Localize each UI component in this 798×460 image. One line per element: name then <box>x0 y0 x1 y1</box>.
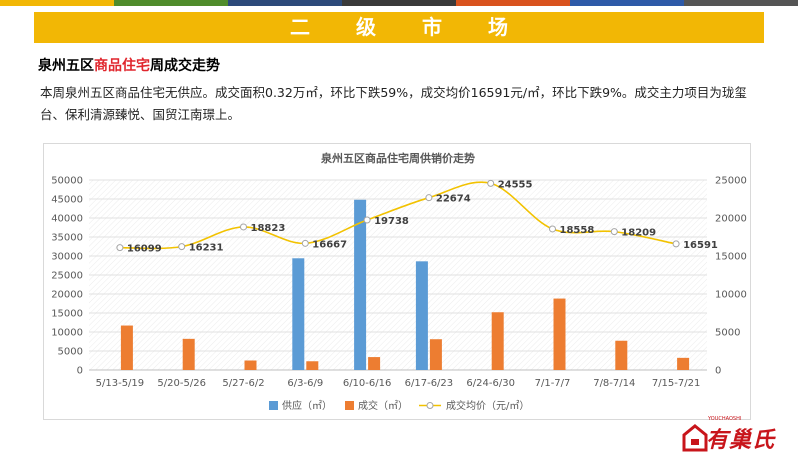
chart-svg: 泉州五区商品住宅周供销价走势 0 5000 10000 15000 20000 25000 3… <box>51 151 747 412</box>
top-color-stripes <box>0 0 798 6</box>
price-data-label: 18209 <box>621 228 656 239</box>
bar-deal <box>244 360 257 370</box>
bar-deal <box>553 298 566 370</box>
y-right-tick-label: 5000 <box>715 328 740 339</box>
bar-deal <box>182 338 195 370</box>
price-data-label: 22674 <box>436 194 471 205</box>
price-point <box>240 223 247 231</box>
y-left-tick-label: 15000 <box>51 309 83 320</box>
bar-deal <box>368 357 381 370</box>
legend-label-price: 成交均价（元/㎡） <box>446 399 529 412</box>
y-left-tick-label: 5000 <box>58 347 83 358</box>
price-data-label: 24555 <box>498 179 533 190</box>
section-title: 泉州五区商品住宅周成交走势 <box>38 55 220 75</box>
price-data-label: 16231 <box>189 243 224 254</box>
stripe-6 <box>570 0 684 6</box>
x-tick-label: 5/13-5/19 <box>96 378 145 389</box>
bar-deal <box>491 312 504 370</box>
chart-title: 泉州五区商品住宅周供销价走势 <box>320 151 475 165</box>
price-data-label: 16099 <box>127 244 162 255</box>
legend-marker-price <box>426 402 434 409</box>
y-left-tick-label: 30000 <box>51 252 83 263</box>
stripe-2 <box>114 0 228 6</box>
price-data-label: 18558 <box>560 225 595 236</box>
x-tick-label: 7/1-7/7 <box>535 378 571 389</box>
y-left-tick-label: 20000 <box>51 290 83 301</box>
legend-swatch-deal <box>345 401 354 410</box>
y-left-tick-label: 35000 <box>51 233 83 244</box>
summary-paragraph: 本周泉州五区商品住宅无供应。成交面积0.32万㎡，环比下跌59%，成交均价165… <box>40 85 747 122</box>
stripe-4 <box>342 0 456 6</box>
x-tick-label: 6/10-6/16 <box>343 378 392 389</box>
legend-label-deal: 成交（㎡） <box>358 399 408 412</box>
stripe-7 <box>684 0 798 6</box>
price-point <box>487 179 495 187</box>
price-data-label: 16591 <box>683 240 718 251</box>
section-title-suffix: 周成交走势 <box>150 58 220 74</box>
price-point <box>116 244 124 252</box>
x-tick-label: 6/24-6/30 <box>466 378 515 389</box>
legend-swatch-supply <box>269 401 278 410</box>
price-point <box>549 225 556 233</box>
y-left-tick-label: 25000 <box>51 271 83 282</box>
bar-deal <box>429 339 442 370</box>
house-logo-icon <box>682 424 708 452</box>
stripe-1 <box>0 0 114 6</box>
y-right-tick-label: 0 <box>715 366 721 377</box>
bar-deal <box>615 340 628 370</box>
y-left-tick-label: 45000 <box>51 195 83 206</box>
price-point <box>363 216 371 224</box>
stripe-5 <box>456 0 570 6</box>
x-tick-label: 6/3-6/9 <box>287 378 323 389</box>
section-title-prefix: 泉州五区 <box>38 58 94 74</box>
y-left-tick-label: 50000 <box>51 176 83 187</box>
y-left-tick-label: 0 <box>77 366 83 377</box>
header-banner: 二级市场 <box>34 12 764 43</box>
price-point <box>178 243 186 251</box>
bar-deal <box>120 325 133 370</box>
x-tick-label: 5/20-5/26 <box>157 378 206 389</box>
y-right-tick-label: 20000 <box>715 214 747 225</box>
y-right-tick-label: 10000 <box>715 290 747 301</box>
chart-container: 泉州五区商品住宅周供销价走势 0 5000 10000 15000 20000 25000 3… <box>43 143 751 420</box>
x-tick-label: 6/17-6/23 <box>405 378 454 389</box>
x-tick-label: 7/8-7/14 <box>593 378 635 389</box>
legend-label-supply: 供应（㎡） <box>282 399 332 412</box>
brand-logo: YOUCHAOSHI 有巢氏 <box>682 416 792 456</box>
x-tick-label: 7/15-7/21 <box>652 378 701 389</box>
y-right-tick-label: 15000 <box>715 252 747 263</box>
price-data-label: 18823 <box>251 223 286 234</box>
price-point <box>672 240 680 248</box>
bar-supply <box>292 258 305 370</box>
price-point <box>301 239 309 247</box>
y-left-tick-label: 40000 <box>51 214 83 225</box>
section-title-highlight: 商品住宅 <box>94 58 150 74</box>
price-data-label: 16667 <box>312 239 347 250</box>
y-right-tick-label: 25000 <box>715 176 747 187</box>
price-point <box>425 194 433 202</box>
bar-deal <box>677 357 690 370</box>
price-point <box>610 228 618 236</box>
stripe-3 <box>228 0 342 6</box>
y-left-tick-label: 10000 <box>51 328 83 339</box>
brand-name: 有巢氏 <box>706 428 776 453</box>
banner-title: 二级市场 <box>290 15 554 39</box>
x-tick-label: 5/27-6/2 <box>222 378 264 389</box>
bar-deal <box>306 361 319 370</box>
bar-supply <box>415 261 428 370</box>
price-data-label: 19738 <box>374 216 409 227</box>
